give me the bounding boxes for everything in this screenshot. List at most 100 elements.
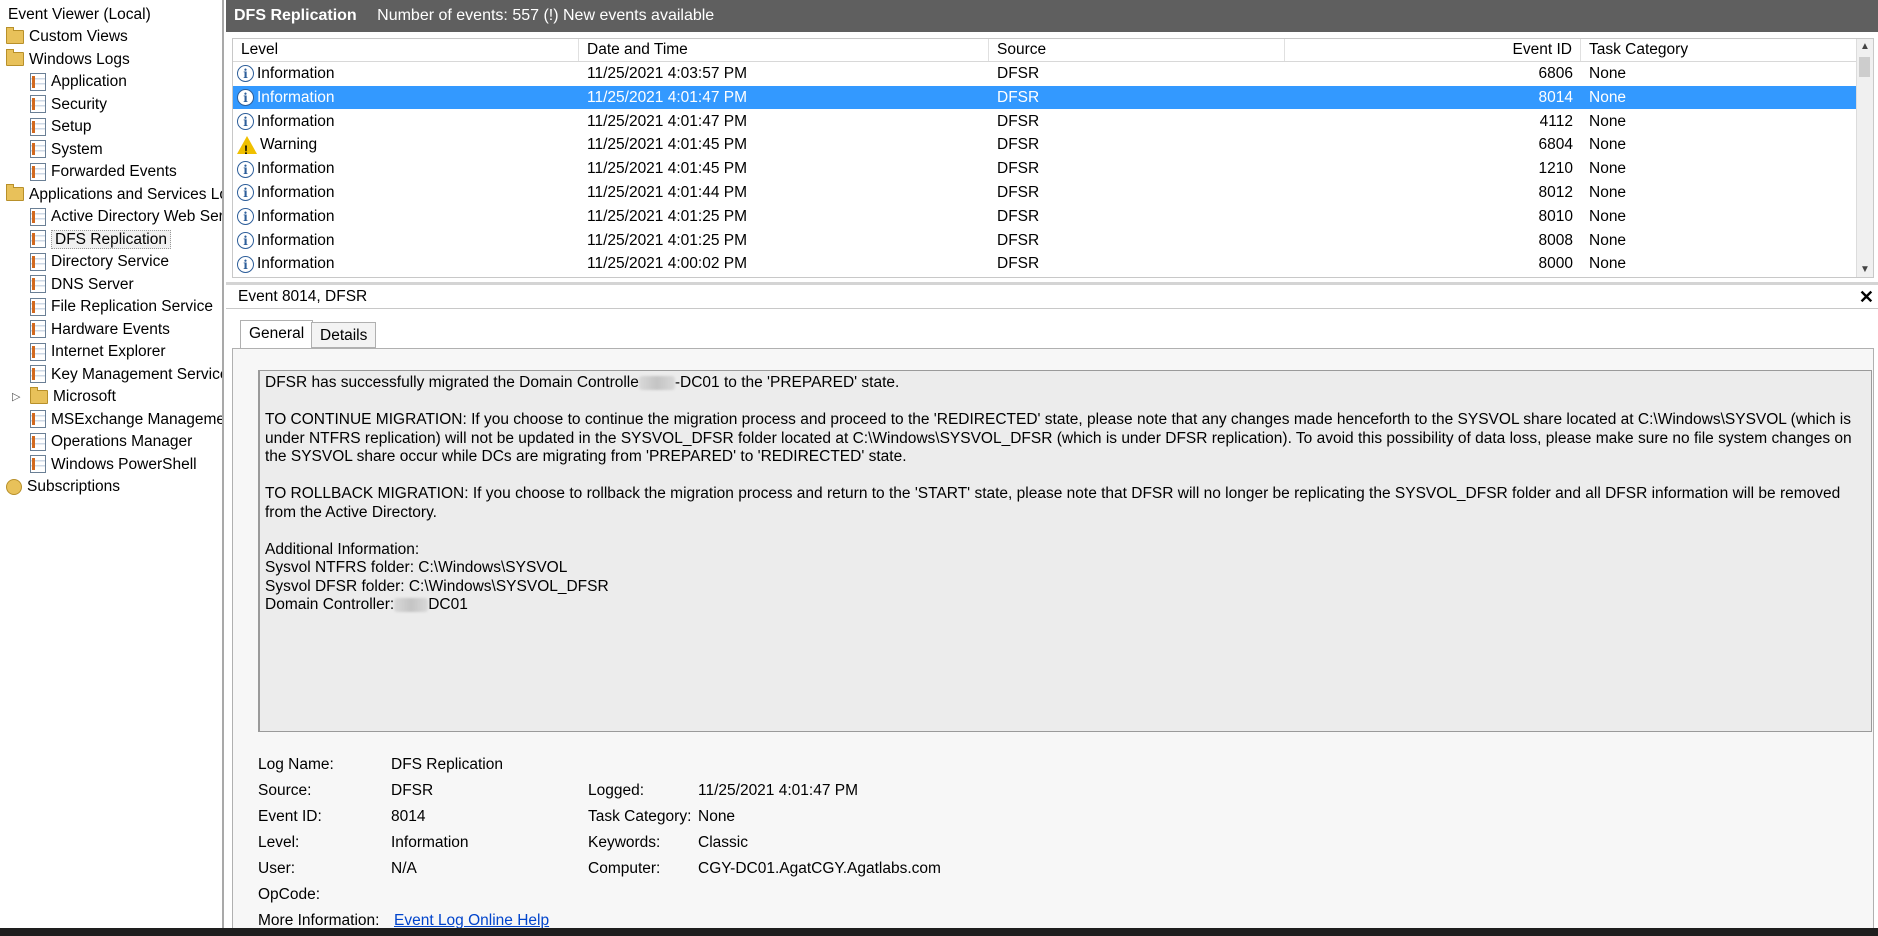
information-icon: i <box>237 65 254 83</box>
tree-item[interactable]: DFS Replication <box>30 229 171 251</box>
grid-scrollbar[interactable]: ▲ ▼ <box>1856 39 1873 277</box>
source-cell: DFSR <box>997 207 1040 225</box>
event-log-icon <box>30 410 46 429</box>
tree-item[interactable]: Application <box>30 71 127 93</box>
tree-item[interactable]: MSExchange Manageme <box>30 409 222 431</box>
column-header-task-category[interactable]: Task Category <box>1581 39 1871 61</box>
event-log-icon <box>30 365 46 384</box>
table-row[interactable]: Warning 11/25/2021 4:01:45 PM DFSR 6804 None <box>233 133 1869 162</box>
event-id-cell: 1210 <box>1538 160 1573 178</box>
description-line: -DC01 to the 'PREPARED' state. <box>674 374 900 391</box>
source-cell: DFSR <box>997 88 1040 106</box>
source-cell: DFSR <box>997 231 1040 249</box>
tree-item[interactable]: Security <box>30 94 107 116</box>
column-header-event-id[interactable]: Event ID <box>1285 39 1581 61</box>
tab-general[interactable]: General <box>240 320 314 348</box>
scroll-thumb[interactable] <box>1859 57 1870 77</box>
tree-item[interactable]: File Replication Service <box>30 296 213 318</box>
tree-item-label: File Replication Service <box>51 298 213 315</box>
event-id-cell: 8014 <box>1538 88 1573 106</box>
tree-root[interactable]: Event Viewer (Local) <box>8 4 151 26</box>
event-detail-header: Event 8014, DFSR ✕ <box>226 286 1878 309</box>
event-id-cell: 6804 <box>1538 136 1573 154</box>
column-header-source[interactable]: Source <box>989 39 1285 61</box>
tree-item[interactable]: Internet Explorer <box>30 341 166 363</box>
column-header-level[interactable]: Level <box>233 39 579 61</box>
taskbar-strip <box>0 928 1878 936</box>
event-id-cell: 8000 <box>1538 255 1573 273</box>
event-description[interactable]: DFSR has successfully migrated the Domai… <box>258 370 1872 732</box>
table-row[interactable]: i Information 11/25/2021 4:01:44 PM DFSR 801… <box>233 181 1869 204</box>
additional-info-dc-label: Domain Controller: <box>265 596 395 613</box>
event-log-icon <box>30 162 46 181</box>
tree-item[interactable]: Applications and Services Lo <box>6 184 222 206</box>
table-row[interactable]: i Information 11/25/2021 4:01:25 PM DFSR 801… <box>233 205 1869 228</box>
folder-icon <box>6 49 24 67</box>
navigation-tree: Event Viewer (Local) Custom Views Windows… <box>0 0 224 928</box>
user-value: N/A <box>391 860 417 877</box>
close-icon[interactable]: ✕ <box>1859 286 1874 308</box>
task-category-cell: None <box>1589 65 1627 82</box>
pane-splitter[interactable] <box>226 282 1878 285</box>
date-cell: 11/25/2021 4:01:45 PM <box>587 160 748 178</box>
tree-item[interactable]: Microsoft ▷ <box>12 386 116 408</box>
main-pane: DFS Replication Number of events: 557 (!… <box>226 0 1878 930</box>
tab-details[interactable]: Details <box>311 322 377 348</box>
tree-item[interactable]: Setup <box>30 116 92 138</box>
event-count-status: Number of events: 557 (!) New events ava… <box>377 7 715 24</box>
tree-item[interactable]: Directory Service <box>30 251 169 273</box>
scroll-down-icon[interactable]: ▼ <box>1860 264 1870 275</box>
tree-item[interactable]: Custom Views <box>6 26 128 48</box>
event-id-cell: 8012 <box>1538 184 1573 201</box>
information-icon: i <box>237 255 254 273</box>
warning-icon <box>237 136 257 162</box>
tree-item[interactable]: DNS Server <box>30 274 134 296</box>
tree-item[interactable]: Forwarded Events <box>30 161 177 183</box>
tree-item[interactable]: Subscriptions <box>6 476 120 498</box>
tree-item-label: Operations Manager <box>51 433 193 450</box>
table-row[interactable]: i Information 11/25/2021 4:03:57 PM DFSR 680… <box>233 62 1869 85</box>
information-icon: i <box>237 184 254 202</box>
additional-info-title: Additional Information: <box>265 540 420 558</box>
information-icon: i <box>237 208 254 226</box>
log-title-bar: DFS Replication Number of events: 557 (!… <box>226 0 1878 32</box>
tree-item[interactable]: Key Management Service <box>30 364 222 386</box>
event-log-icon <box>30 275 46 294</box>
tree-item[interactable]: System <box>30 139 103 161</box>
tree-item[interactable]: Operations Manager <box>30 431 192 453</box>
table-row[interactable]: i Information 11/25/2021 4:01:47 PM DFSR 801… <box>233 85 1869 109</box>
event-log-icon <box>30 207 46 226</box>
tree-item-label: Application <box>51 73 127 90</box>
tree-item[interactable]: Active Directory Web Ser <box>30 206 222 228</box>
table-row[interactable]: i Information 11/25/2021 4:00:02 PM DFSR 800… <box>233 252 1869 275</box>
level-text: Information <box>257 255 335 273</box>
event-log-icon <box>30 72 46 91</box>
task-category-cell: None <box>1589 88 1627 106</box>
logged-value: 11/25/2021 4:01:47 PM <box>698 782 859 799</box>
scroll-up-icon[interactable]: ▲ <box>1860 41 1870 52</box>
level-label: Level: <box>258 834 300 851</box>
tree-item[interactable]: Windows PowerShell <box>30 454 197 476</box>
table-row[interactable]: i Information 11/25/2021 4:01:45 PM DFSR 121… <box>233 157 1869 180</box>
table-row[interactable]: i Information 11/25/2021 4:01:47 PM DFSR 411… <box>233 110 1869 133</box>
level-value: Information <box>391 834 469 851</box>
tree-item-label: Subscriptions <box>27 478 121 495</box>
tree-item-label: System <box>51 140 103 158</box>
redacted-block <box>638 375 675 390</box>
level-text: Information <box>257 160 335 178</box>
tree-item[interactable]: Windows Logs <box>6 49 130 71</box>
table-row[interactable]: i Information 11/25/2021 4:01:25 PM DFSR 800… <box>233 229 1869 252</box>
description-continue: TO CONTINUE MIGRATION: If you choose to … <box>265 411 1852 465</box>
tree-item-label: DFS Replication <box>51 229 171 249</box>
source-cell: DFSR <box>997 112 1040 130</box>
expand-arrow-icon[interactable]: ▷ <box>12 386 22 408</box>
redacted-block <box>394 597 429 612</box>
level-text: Information <box>257 207 335 225</box>
source-cell: DFSR <box>997 65 1040 82</box>
tree-item[interactable]: Hardware Events <box>30 319 170 341</box>
column-header-date[interactable]: Date and Time <box>579 39 989 61</box>
task-category-label: Task Category: <box>588 808 692 825</box>
tree-item-label: Setup <box>51 118 92 135</box>
folder-icon <box>6 26 24 44</box>
event-id-cell: 6806 <box>1538 65 1573 82</box>
